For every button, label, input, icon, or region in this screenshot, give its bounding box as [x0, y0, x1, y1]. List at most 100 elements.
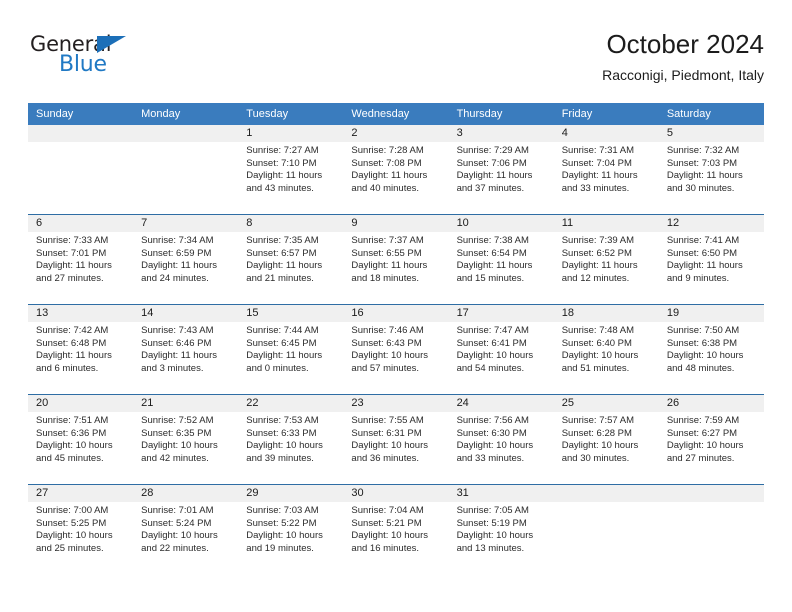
day-details: Sunrise: 7:00 AM Sunset: 5:25 PM Dayligh…: [28, 502, 133, 555]
day-number: 29: [238, 485, 344, 502]
sunset-text: Sunset: 6:54 PM: [456, 247, 527, 259]
day-cell[interactable]: 1 Sunrise: 7:27 AM Sunset: 7:10 PM Dayli…: [238, 125, 344, 214]
sunset-text: Sunset: 6:57 PM: [246, 247, 317, 259]
day-cell[interactable]: [133, 125, 239, 214]
day-cell[interactable]: [658, 485, 764, 574]
daylight-text: Daylight: 11 hours and 24 minutes.: [141, 260, 218, 284]
day-cell[interactable]: 27 Sunrise: 7:00 AM Sunset: 5:25 PM Dayl…: [28, 485, 134, 574]
day-cell[interactable]: 13 Sunrise: 7:42 AM Sunset: 6:48 PM Dayl…: [28, 305, 134, 394]
day-cell[interactable]: 14 Sunrise: 7:43 AM Sunset: 6:46 PM Dayl…: [133, 305, 239, 394]
day-cell[interactable]: 8 Sunrise: 7:35 AM Sunset: 6:57 PM Dayli…: [238, 215, 344, 304]
day-cell[interactable]: 2 Sunrise: 7:28 AM Sunset: 7:08 PM Dayli…: [343, 125, 449, 214]
sunrise-text: Sunrise: 7:35 AM: [246, 235, 319, 246]
day-details: Sunrise: 7:34 AM Sunset: 6:59 PM Dayligh…: [133, 232, 238, 285]
day-details: Sunrise: 7:35 AM Sunset: 6:57 PM Dayligh…: [238, 232, 343, 285]
day-number: 15: [238, 305, 344, 322]
sunrise-text: Sunrise: 7:37 AM: [351, 235, 424, 246]
day-cell[interactable]: 17 Sunrise: 7:47 AM Sunset: 6:41 PM Dayl…: [448, 305, 554, 394]
day-cell[interactable]: 4 Sunrise: 7:31 AM Sunset: 7:04 PM Dayli…: [553, 125, 659, 214]
day-cell[interactable]: 22 Sunrise: 7:53 AM Sunset: 6:33 PM Dayl…: [238, 395, 344, 484]
day-number: [133, 125, 239, 142]
sunset-text: Sunset: 6:52 PM: [561, 247, 632, 259]
day-details: Sunrise: 7:27 AM Sunset: 7:10 PM Dayligh…: [238, 142, 343, 195]
day-cell[interactable]: 5 Sunrise: 7:32 AM Sunset: 7:03 PM Dayli…: [658, 125, 764, 214]
day-number: 16: [343, 305, 449, 322]
day-cell[interactable]: 19 Sunrise: 7:50 AM Sunset: 6:38 PM Dayl…: [658, 305, 764, 394]
day-details: [659, 502, 764, 505]
day-number: 4: [553, 125, 659, 142]
day-cell[interactable]: 15 Sunrise: 7:44 AM Sunset: 6:45 PM Dayl…: [238, 305, 344, 394]
day-number: 9: [343, 215, 449, 232]
day-details: Sunrise: 7:05 AM Sunset: 5:19 PM Dayligh…: [449, 502, 554, 555]
sunrise-text: Sunrise: 7:04 AM: [351, 505, 424, 516]
day-number: 6: [28, 215, 134, 232]
day-details: Sunrise: 7:32 AM Sunset: 7:03 PM Dayligh…: [659, 142, 764, 195]
sunrise-text: Sunrise: 7:39 AM: [561, 235, 635, 246]
weekday-header-monday: Monday: [141, 108, 181, 120]
week-row: 13 Sunrise: 7:42 AM Sunset: 6:48 PM Dayl…: [28, 304, 764, 394]
day-details: [133, 142, 238, 145]
daylight-text: Daylight: 11 hours and 37 minutes.: [456, 170, 533, 194]
brand-logo[interactable]: General Blue: [28, 32, 208, 84]
daylight-text: Daylight: 10 hours and 16 minutes.: [351, 530, 428, 554]
day-details: Sunrise: 7:03 AM Sunset: 5:22 PM Dayligh…: [238, 502, 343, 555]
sunrise-text: Sunrise: 7:43 AM: [141, 325, 214, 336]
day-cell[interactable]: 24 Sunrise: 7:56 AM Sunset: 6:30 PM Dayl…: [448, 395, 554, 484]
day-details: Sunrise: 7:51 AM Sunset: 6:36 PM Dayligh…: [28, 412, 133, 465]
daylight-text: Daylight: 10 hours and 42 minutes.: [141, 440, 218, 464]
day-details: Sunrise: 7:52 AM Sunset: 6:35 PM Dayligh…: [133, 412, 238, 465]
day-number: 31: [448, 485, 554, 502]
daylight-text: Daylight: 11 hours and 12 minutes.: [561, 260, 638, 284]
day-cell[interactable]: [28, 125, 134, 214]
day-cell[interactable]: 23 Sunrise: 7:55 AM Sunset: 6:31 PM Dayl…: [343, 395, 449, 484]
daylight-text: Daylight: 11 hours and 6 minutes.: [36, 350, 112, 374]
day-details: Sunrise: 7:04 AM Sunset: 5:21 PM Dayligh…: [343, 502, 448, 555]
daylight-text: Daylight: 10 hours and 51 minutes.: [561, 350, 639, 374]
day-cell[interactable]: 12 Sunrise: 7:41 AM Sunset: 6:50 PM Dayl…: [658, 215, 764, 304]
day-cell[interactable]: 18 Sunrise: 7:48 AM Sunset: 6:40 PM Dayl…: [553, 305, 659, 394]
day-number: 10: [448, 215, 554, 232]
day-cell[interactable]: 26 Sunrise: 7:59 AM Sunset: 6:27 PM Dayl…: [658, 395, 764, 484]
day-number: 5: [658, 125, 764, 142]
day-details: Sunrise: 7:38 AM Sunset: 6:54 PM Dayligh…: [449, 232, 554, 285]
day-cell[interactable]: 30 Sunrise: 7:04 AM Sunset: 5:21 PM Dayl…: [343, 485, 449, 574]
day-cell[interactable]: 11 Sunrise: 7:39 AM Sunset: 6:52 PM Dayl…: [553, 215, 659, 304]
day-cell[interactable]: 10 Sunrise: 7:38 AM Sunset: 6:54 PM Dayl…: [448, 215, 554, 304]
day-details: Sunrise: 7:43 AM Sunset: 6:46 PM Dayligh…: [133, 322, 238, 375]
sunrise-text: Sunrise: 7:55 AM: [351, 415, 424, 426]
day-cell[interactable]: 3 Sunrise: 7:29 AM Sunset: 7:06 PM Dayli…: [448, 125, 554, 214]
day-number: 24: [448, 395, 554, 412]
sunrise-text: Sunrise: 7:05 AM: [456, 505, 529, 516]
sunset-text: Sunset: 7:01 PM: [36, 247, 107, 259]
page-header: General Blue October 2024 Racconigi, Pie…: [28, 28, 764, 96]
day-number: 22: [238, 395, 344, 412]
day-cell[interactable]: 9 Sunrise: 7:37 AM Sunset: 6:55 PM Dayli…: [343, 215, 449, 304]
day-number: 14: [133, 305, 239, 322]
day-details: Sunrise: 7:29 AM Sunset: 7:06 PM Dayligh…: [449, 142, 554, 195]
sunset-text: Sunset: 5:24 PM: [141, 517, 212, 529]
day-cell[interactable]: 6 Sunrise: 7:33 AM Sunset: 7:01 PM Dayli…: [28, 215, 134, 304]
sunset-text: Sunset: 6:41 PM: [456, 337, 527, 349]
day-cell[interactable]: 31 Sunrise: 7:05 AM Sunset: 5:19 PM Dayl…: [448, 485, 554, 574]
day-cell[interactable]: 29 Sunrise: 7:03 AM Sunset: 5:22 PM Dayl…: [238, 485, 344, 574]
day-cell[interactable]: 21 Sunrise: 7:52 AM Sunset: 6:35 PM Dayl…: [133, 395, 239, 484]
day-cell[interactable]: 7 Sunrise: 7:34 AM Sunset: 6:59 PM Dayli…: [133, 215, 239, 304]
sunset-text: Sunset: 5:19 PM: [456, 517, 527, 529]
sunset-text: Sunset: 5:25 PM: [36, 517, 107, 529]
day-number: 28: [133, 485, 239, 502]
page-title: October 2024: [606, 29, 764, 59]
calendar-page: General Blue October 2024 Racconigi, Pie…: [0, 0, 792, 612]
day-details: Sunrise: 7:55 AM Sunset: 6:31 PM Dayligh…: [343, 412, 448, 465]
day-cell[interactable]: 25 Sunrise: 7:57 AM Sunset: 6:28 PM Dayl…: [553, 395, 659, 484]
day-cell[interactable]: 20 Sunrise: 7:51 AM Sunset: 6:36 PM Dayl…: [28, 395, 134, 484]
daylight-text: Daylight: 10 hours and 22 minutes.: [141, 530, 218, 554]
day-cell[interactable]: 16 Sunrise: 7:46 AM Sunset: 6:43 PM Dayl…: [343, 305, 449, 394]
day-number: 1: [238, 125, 344, 142]
daylight-text: Daylight: 11 hours and 40 minutes.: [351, 170, 428, 194]
daylight-text: Daylight: 10 hours and 45 minutes.: [36, 440, 113, 464]
day-cell[interactable]: [553, 485, 659, 574]
sunrise-text: Sunrise: 7:32 AM: [666, 145, 740, 156]
day-number: 13: [28, 305, 134, 322]
daylight-text: Daylight: 10 hours and 39 minutes.: [246, 440, 323, 464]
day-cell[interactable]: 28 Sunrise: 7:01 AM Sunset: 5:24 PM Dayl…: [133, 485, 239, 574]
